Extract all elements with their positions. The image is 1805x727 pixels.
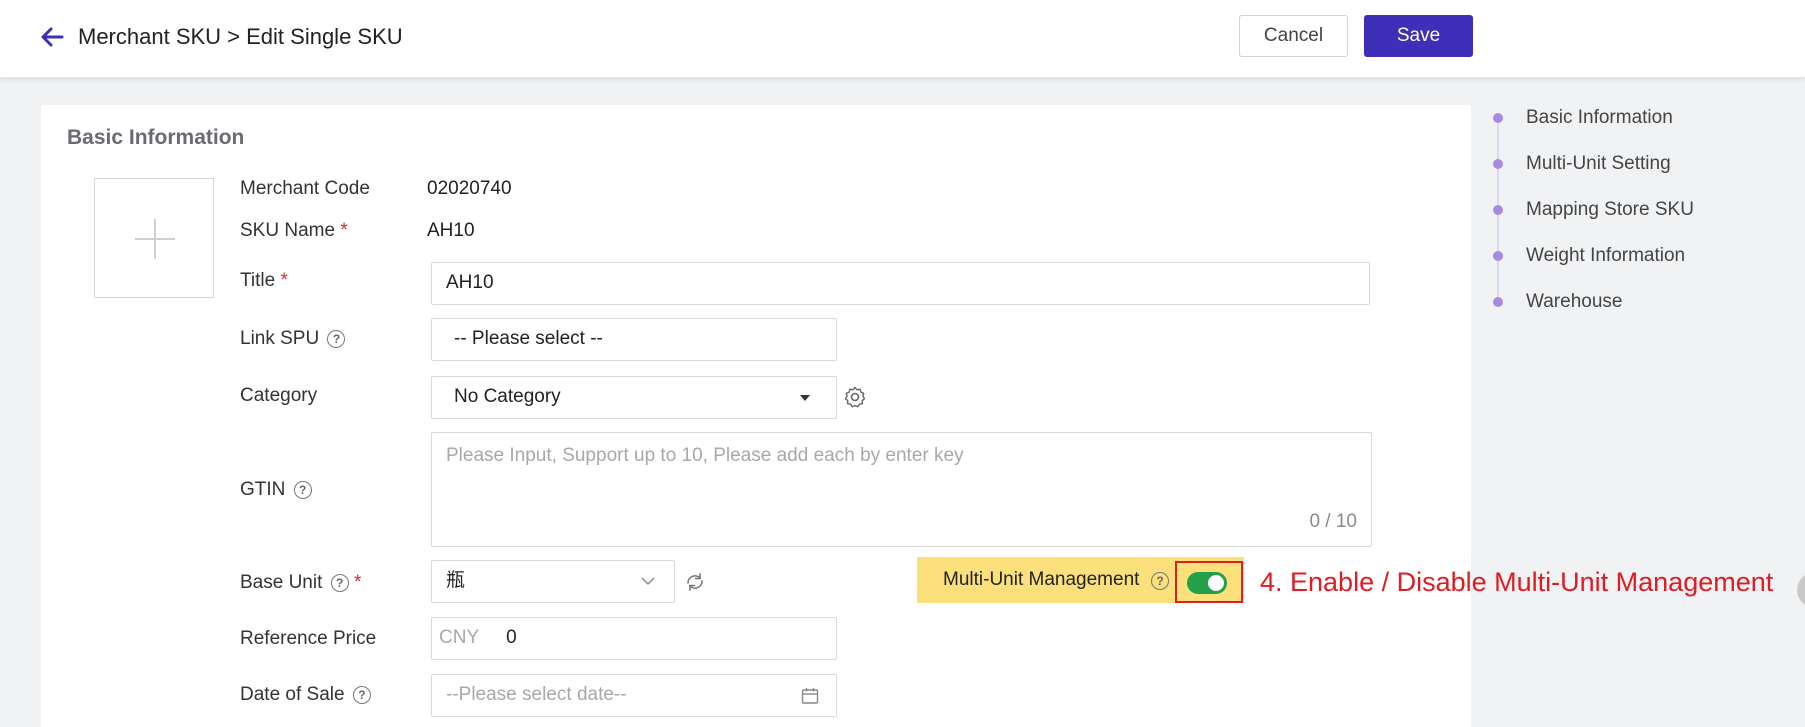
category-label: Category <box>240 385 318 406</box>
side-nav-weight-information[interactable]: Weight Information <box>1526 243 1685 269</box>
date-of-sale-picker[interactable]: --Please select date-- <box>431 674 837 717</box>
gtin-counter: 0 / 10 <box>1309 511 1357 532</box>
floating-button-edge[interactable] <box>1797 572 1805 608</box>
currency-prefix: CNY <box>439 627 479 648</box>
sku-name-value: AH10 <box>427 220 475 241</box>
image-upload[interactable] <box>94 178 214 298</box>
section-title: Basic Information <box>67 126 245 149</box>
gtin-placeholder: Please Input, Support up to 10, Please a… <box>446 445 964 466</box>
toggle-highlight-box <box>1175 561 1243 603</box>
title-label: Title * <box>240 270 288 291</box>
link-spu-label: Link SPU ? <box>240 326 346 352</box>
side-nav-basic-information[interactable]: Basic Information <box>1526 105 1673 131</box>
reference-price-label: Reference Price <box>240 628 377 649</box>
multi-unit-label: Multi-Unit Management <box>943 569 1140 590</box>
annotation-text: 4. Enable / Disable Multi-Unit Managemen… <box>1260 567 1774 597</box>
nav-dot <box>1493 297 1503 307</box>
link-spu-select[interactable]: -- Please select -- <box>431 318 837 361</box>
chevron-down-icon <box>641 577 655 586</box>
reference-price-input[interactable]: CNY 0 <box>431 617 837 660</box>
base-unit-label: Base Unit ? * <box>240 572 362 593</box>
side-nav-warehouse[interactable]: Warehouse <box>1526 289 1622 315</box>
refresh-icon[interactable] <box>684 571 706 593</box>
nav-dot <box>1493 113 1503 123</box>
multi-unit-toggle[interactable] <box>1187 572 1227 594</box>
required-mark: * <box>353 572 362 593</box>
merchant-code-value: 02020740 <box>427 178 512 199</box>
toggle-knob <box>1208 575 1224 591</box>
nav-dot <box>1493 205 1503 215</box>
help-icon: ? <box>1151 572 1169 590</box>
help-icon: ? <box>352 686 371 704</box>
gtin-textarea[interactable]: Please Input, Support up to 10, Please a… <box>431 432 1372 547</box>
help-icon: ? <box>293 481 312 499</box>
save-button[interactable]: Save <box>1364 15 1473 57</box>
page-title: Merchant SKU > Edit Single SKU <box>78 24 403 49</box>
cancel-button[interactable]: Cancel <box>1239 15 1348 57</box>
merchant-code-label: Merchant Code <box>240 178 370 199</box>
base-unit-select[interactable]: 瓶 <box>431 560 675 603</box>
side-nav-multi-unit-setting[interactable]: Multi-Unit Setting <box>1526 151 1671 177</box>
required-mark: * <box>280 270 288 291</box>
side-nav-mapping-store-sku[interactable]: Mapping Store SKU <box>1526 197 1694 223</box>
required-mark: * <box>340 220 348 241</box>
date-of-sale-label: Date of Sale ? <box>240 682 371 708</box>
caret-down-icon <box>800 395 810 401</box>
category-select[interactable]: No Category <box>431 376 837 419</box>
gtin-label: GTIN ? <box>240 477 312 503</box>
sku-name-label: SKU Name * <box>240 220 348 241</box>
nav-dot <box>1493 251 1503 261</box>
back-arrow-icon[interactable] <box>38 23 66 51</box>
calendar-icon <box>801 688 819 704</box>
help-icon: ? <box>330 574 349 592</box>
nav-dot <box>1493 159 1503 169</box>
help-icon: ? <box>327 330 346 348</box>
gear-icon[interactable] <box>843 385 867 409</box>
title-input[interactable]: AH10 <box>431 262 1370 305</box>
